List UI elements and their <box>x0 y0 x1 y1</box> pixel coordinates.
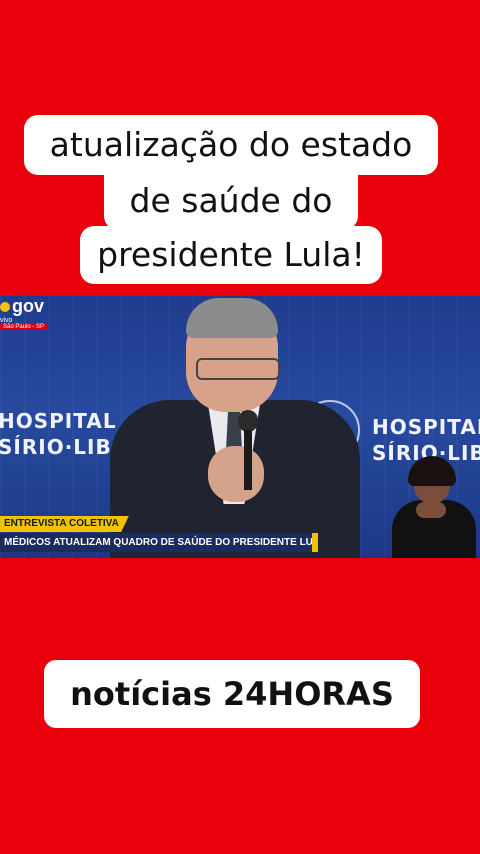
broadcaster-name: gov <box>12 296 45 316</box>
speaker-figure <box>110 296 360 558</box>
lower-third-tag: ENTREVISTA COLETIVA <box>0 516 129 532</box>
interpreter-hands <box>416 502 446 518</box>
backdrop-right-line-1: HOSPITAL <box>372 415 480 439</box>
headline-line-3: presidente Lula! <box>80 226 382 284</box>
interpreter-hair <box>408 456 456 486</box>
logo-dot-icon <box>0 302 10 312</box>
microphone-head <box>238 410 258 432</box>
headline-line-1: atualização do estado <box>24 115 438 175</box>
headline-line-2: de saúde do <box>104 172 358 230</box>
broadcaster-logo: gov <box>0 296 44 317</box>
glasses-icon <box>196 358 280 380</box>
microphone-icon <box>238 410 258 490</box>
video-frame[interactable]: gov vivo São Paulo - SP HOSPITAL SÍRIO·L… <box>0 296 480 558</box>
speaker-hair <box>186 298 278 338</box>
sign-language-interpreter <box>386 456 480 558</box>
channel-caption: notícias 24HORAS <box>44 660 420 728</box>
location-badge: São Paulo - SP <box>0 324 48 330</box>
lower-third-headline: MÉDICOS ATUALIZAM QUADRO DE SAÚDE DO PRE… <box>0 533 318 552</box>
microphone-handle <box>244 430 252 490</box>
